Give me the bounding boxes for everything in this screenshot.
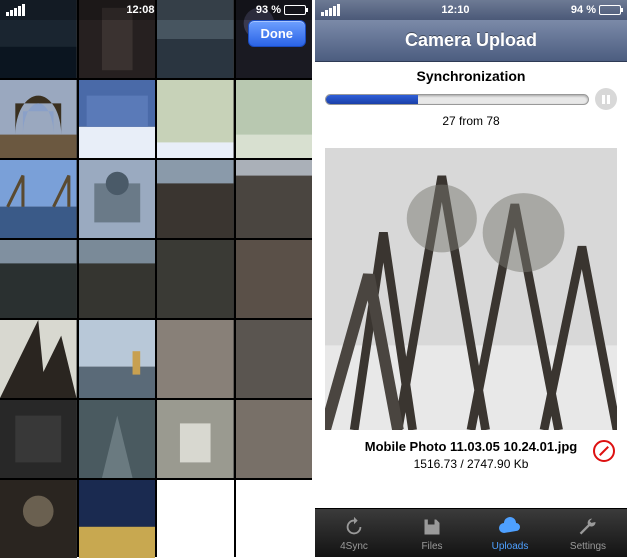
nav-title: Camera Upload xyxy=(315,20,627,62)
photo-thumb[interactable] xyxy=(79,320,156,398)
battery-indicator: 93 % xyxy=(256,4,306,16)
photo-picker-screen: 12:08 93 % Done xyxy=(0,0,312,557)
photo-thumb[interactable] xyxy=(0,240,77,318)
sync-label: Synchronization xyxy=(325,68,617,84)
sync-count: 27 from 78 xyxy=(325,114,617,128)
photo-thumb[interactable] xyxy=(79,400,156,478)
signal-icon xyxy=(6,4,25,16)
photo-thumb[interactable] xyxy=(157,80,234,158)
signal-icon xyxy=(321,4,340,16)
photo-thumb[interactable] xyxy=(157,160,234,238)
tab-settings[interactable]: Settings xyxy=(549,509,627,557)
photo-thumb[interactable] xyxy=(157,400,234,478)
file-name: Mobile Photo 11.03.05 10.24.01.jpg xyxy=(325,438,617,456)
done-button[interactable]: Done xyxy=(248,20,307,47)
sync-progress-fill xyxy=(326,95,418,104)
file-size: 1516.73 / 2747.90 Kb xyxy=(325,456,617,473)
photo-thumb[interactable] xyxy=(79,480,156,558)
tab-bar: 4Sync Files Uploads Settings xyxy=(315,508,627,557)
upload-preview xyxy=(325,148,617,430)
status-bar-right: 12:10 94 % xyxy=(315,0,627,20)
photo-thumb[interactable] xyxy=(79,160,156,238)
cloud-upload-icon xyxy=(498,515,522,539)
file-info: Mobile Photo 11.03.05 10.24.01.jpg 1516.… xyxy=(315,438,627,473)
photo-thumb[interactable] xyxy=(0,320,77,398)
status-time: 12:08 xyxy=(126,4,154,16)
sync-icon xyxy=(342,515,366,539)
empty-slot xyxy=(236,480,313,558)
photo-thumb[interactable] xyxy=(236,400,313,478)
photo-thumb[interactable] xyxy=(0,80,77,158)
photo-thumb[interactable] xyxy=(236,160,313,238)
tab-files[interactable]: Files xyxy=(393,509,471,557)
cancel-upload-button[interactable] xyxy=(593,440,615,462)
photo-grid xyxy=(0,0,312,557)
status-bar-left: 12:08 93 % xyxy=(0,0,312,20)
photo-thumb[interactable] xyxy=(236,320,313,398)
photo-thumb[interactable] xyxy=(236,80,313,158)
empty-slot xyxy=(157,480,234,558)
wrench-icon xyxy=(576,515,600,539)
photo-thumb[interactable] xyxy=(79,240,156,318)
sync-panel: Synchronization 27 from 78 xyxy=(315,62,627,130)
photo-thumb[interactable] xyxy=(0,160,77,238)
battery-indicator: 94 % xyxy=(571,4,621,16)
pause-button[interactable] xyxy=(595,88,617,110)
tab-uploads[interactable]: Uploads xyxy=(471,509,549,557)
sync-progress-bar xyxy=(325,94,589,105)
photo-thumb[interactable] xyxy=(0,480,77,558)
tab-4sync[interactable]: 4Sync xyxy=(315,509,393,557)
photo-thumb[interactable] xyxy=(79,80,156,158)
status-time: 12:10 xyxy=(441,4,469,16)
photo-thumb[interactable] xyxy=(157,240,234,318)
photo-thumb[interactable] xyxy=(157,320,234,398)
save-icon xyxy=(420,515,444,539)
photo-thumb[interactable] xyxy=(0,400,77,478)
camera-upload-screen: 12:10 94 % Camera Upload Synchronization… xyxy=(315,0,627,557)
photo-thumb[interactable] xyxy=(236,240,313,318)
